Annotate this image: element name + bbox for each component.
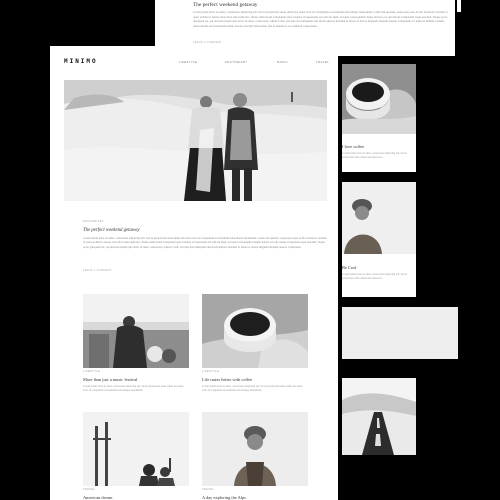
card-image-coffee[interactable]: [202, 294, 308, 368]
nav-item-lifestyle[interactable]: LIFESTYLE: [179, 60, 197, 64]
side-post-coffee[interactable]: I love coffee Lorem ipsum dolor sit amet…: [342, 64, 416, 172]
back-post-excerpt: Lorem ipsum dolor sit amet, consectetur …: [193, 10, 448, 28]
featured-post-category[interactable]: PHOTODIARY: [83, 220, 104, 223]
card-title[interactable]: American dream: [83, 495, 112, 500]
site-logo[interactable]: MINIMO: [64, 58, 98, 65]
card-excerpt: Lorem ipsum dolor sit amet, consectetur …: [83, 385, 184, 392]
back-post-title[interactable]: The perfect weekend getaway: [193, 2, 258, 8]
main-page: MINIMO LIFESTYLE PHOTODIARY MUSIC TRAVEL…: [50, 46, 338, 500]
side-post-title[interactable]: Be Cool: [342, 265, 357, 270]
card-excerpt: Lorem ipsum dolor sit amet, consectetur …: [202, 385, 303, 392]
side-post-title[interactable]: I love coffee: [342, 144, 364, 149]
nav-item-photodiary[interactable]: PHOTODIARY: [225, 60, 247, 64]
background-page-edge: [457, 0, 461, 12]
card-title[interactable]: Life tastes better with coffee: [202, 377, 252, 382]
back-post-comment-link[interactable]: LEAVE A COMMENT: [193, 41, 222, 44]
featured-post-image[interactable]: [64, 80, 327, 201]
card-category[interactable]: LIFESTYLE: [83, 370, 100, 373]
side-post-be-cool[interactable]: Be Cool Lorem ipsum dolor sit amet, cons…: [342, 182, 416, 297]
nav-item-travel[interactable]: TRAVEL: [316, 60, 329, 64]
featured-post-title[interactable]: The perfect weekend getaway: [83, 228, 140, 233]
side-post-excerpt: Lorem ipsum dolor sit amet, consectetur …: [342, 152, 408, 159]
side-post-image[interactable]: [342, 182, 416, 254]
card-image-festival[interactable]: [83, 294, 189, 368]
nav-item-music[interactable]: MUSIC: [277, 60, 288, 64]
card-category[interactable]: TRAVEL: [202, 488, 214, 491]
card-title[interactable]: More than just a music festival: [83, 377, 137, 382]
side-post-excerpt: Lorem ipsum dolor sit amet, consectetur …: [342, 273, 408, 280]
featured-post-comment-link[interactable]: LEAVE A COMMENT: [83, 269, 112, 272]
card-image-american-dream[interactable]: [83, 412, 189, 486]
featured-post-excerpt: Lorem ipsum dolor sit amet, consectetur …: [83, 237, 327, 249]
side-post-image[interactable]: [342, 378, 416, 455]
card-category[interactable]: TRAVEL: [83, 488, 95, 491]
card-title[interactable]: A day exploring the Alps: [202, 495, 246, 500]
side-post-road[interactable]: [342, 378, 416, 455]
card-image-alps[interactable]: [202, 412, 308, 486]
card-category[interactable]: LIFESTYLE: [202, 370, 219, 373]
side-post-image[interactable]: [342, 64, 416, 134]
side-placeholder-block: [342, 307, 458, 359]
